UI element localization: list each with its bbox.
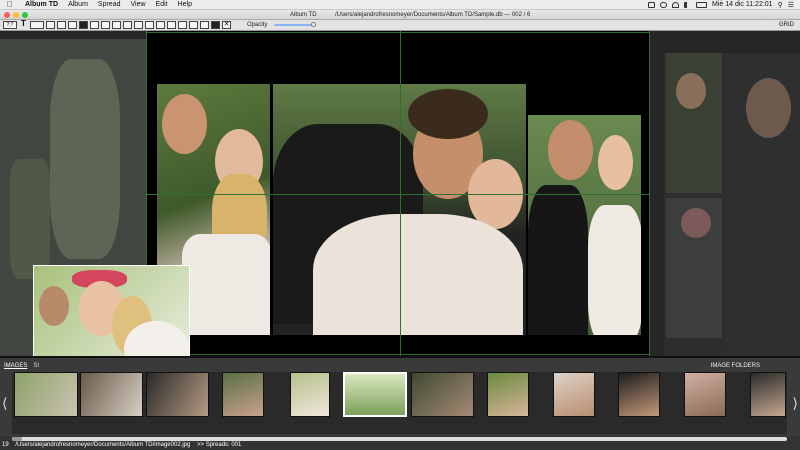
guide-line <box>146 194 650 195</box>
cloud-icon[interactable] <box>660 1 667 8</box>
floating-image-preview[interactable] <box>33 265 190 356</box>
tab-si[interactable]: SI <box>33 363 39 369</box>
thumbnail[interactable] <box>80 372 143 417</box>
spread-workspace[interactable] <box>0 31 800 356</box>
fill-white-icon[interactable] <box>90 21 99 29</box>
display-icon[interactable] <box>648 1 655 8</box>
help-button[interactable]: ?;? <box>3 21 17 29</box>
split-frame-icon[interactable] <box>46 21 55 29</box>
tab-images[interactable]: IMAGES <box>4 363 27 369</box>
next-page-preview[interactable] <box>664 53 800 356</box>
opacity-label: Opacity <box>247 22 268 28</box>
photo-dress <box>182 234 270 335</box>
photo-groom-face <box>162 94 207 154</box>
status-index: 19 <box>2 442 9 448</box>
status-area: Miè 14 dic 11:22:01 ⚲ ☰ <box>648 1 800 9</box>
thumbnail[interactable] <box>553 372 595 417</box>
minimize-button[interactable] <box>13 12 19 18</box>
distribute-icon[interactable] <box>167 21 176 29</box>
columns-frame-icon[interactable] <box>57 21 66 29</box>
search-icon[interactable]: ⚲ <box>778 1 783 9</box>
image-browser: IMAGES SI IMAGE FOLDERS ⟨ ⟩ <box>0 356 800 436</box>
next-photo-bottom <box>666 198 722 338</box>
tree-shape <box>50 59 120 259</box>
opacity-slider-knob[interactable] <box>311 22 317 27</box>
photo-groom-face <box>548 120 593 180</box>
status-spreads: >> Spreads: 001 <box>197 442 242 448</box>
apple-icon[interactable]:  <box>0 0 20 9</box>
align-top-icon[interactable] <box>134 21 143 29</box>
tree-shape <box>10 159 50 279</box>
menu-edit[interactable]: Edit <box>151 1 173 8</box>
same-size-icon[interactable] <box>178 21 187 29</box>
thumbnail[interactable] <box>146 372 209 417</box>
layer-icon[interactable] <box>211 21 220 29</box>
preview-groom-face <box>39 286 69 326</box>
thumbnail[interactable] <box>750 372 786 417</box>
window-title-bar: Album TD /Users/alejandrofresnomeyer/Doc… <box>0 10 800 20</box>
next-photo-top <box>666 53 722 193</box>
scroll-right-arrow[interactable]: ⟩ <box>793 396 798 410</box>
close-button[interactable] <box>4 12 10 18</box>
menu-app[interactable]: Album TD <box>20 1 63 8</box>
window-document-path: /Users/alejandrofresnomeyer/Documents/Al… <box>335 12 531 18</box>
align-bottom-icon[interactable] <box>156 21 165 29</box>
scrollbar-handle[interactable] <box>12 437 22 441</box>
grid-frame-icon[interactable] <box>68 21 77 29</box>
status-bar: 19 /Users/alejandrofresnomeyer/Documents… <box>0 436 800 450</box>
grid-toggle[interactable]: GRID <box>779 22 794 28</box>
thumbnail[interactable] <box>14 372 78 417</box>
delete-frame-icon[interactable]: ✕ <box>222 21 231 29</box>
guide-line <box>146 32 650 33</box>
align-right-icon[interactable] <box>123 21 132 29</box>
scroll-left-arrow[interactable]: ⟨ <box>2 396 7 410</box>
status-image-path: /Users/alejandrofresnomeyer/Documents/Al… <box>15 442 191 448</box>
thumbnail[interactable] <box>222 372 264 417</box>
bring-front-icon[interactable] <box>189 21 198 29</box>
menu-help[interactable]: Help <box>173 1 197 8</box>
thumbnail[interactable] <box>411 372 474 417</box>
thumbnail[interactable] <box>684 372 726 417</box>
align-left-icon[interactable] <box>101 21 110 29</box>
text-tool-button[interactable]: T <box>19 20 28 29</box>
list-icon[interactable]: ☰ <box>788 1 794 9</box>
align-middle-icon[interactable] <box>145 21 154 29</box>
status-text: 19 /Users/alejandrofresnomeyer/Documents… <box>2 442 241 448</box>
frame-tool-button[interactable] <box>30 21 44 29</box>
thumbnail[interactable] <box>290 372 330 417</box>
photo-dress <box>588 205 641 335</box>
photo-bride-face <box>598 135 633 190</box>
fill-black-icon[interactable] <box>79 21 88 29</box>
opacity-slider[interactable] <box>274 22 317 27</box>
align-center-icon[interactable] <box>112 21 121 29</box>
image-folders-button[interactable]: IMAGE FOLDERS <box>711 363 760 369</box>
photo-groom-hair <box>408 89 488 139</box>
menu-view[interactable]: View <box>125 1 150 8</box>
menu-album[interactable]: Album <box>63 1 93 8</box>
horizontal-scrollbar[interactable] <box>12 437 787 441</box>
thumbnail[interactable] <box>618 372 660 417</box>
menu-spread[interactable]: Spread <box>93 1 126 8</box>
menubar-clock[interactable]: Miè 14 dic 11:22:01 <box>712 1 773 8</box>
thumbnail-selected[interactable] <box>343 372 407 417</box>
guide-line <box>146 354 650 355</box>
guide-line <box>400 31 401 356</box>
wifi-icon[interactable] <box>672 1 679 8</box>
send-back-icon[interactable] <box>200 21 209 29</box>
photo-dress <box>313 214 523 335</box>
next-photo-large <box>726 53 800 356</box>
window-app-name: Album TD <box>290 12 317 18</box>
toolbar: ?;? T ✕ Opacity GRID <box>0 20 800 31</box>
battery-icon[interactable] <box>696 1 707 8</box>
photo-frame-right[interactable] <box>528 115 641 335</box>
photo-groom-suit <box>528 185 588 335</box>
menu-bar:  Album TD Album Spread View Edit Help M… <box>0 0 800 10</box>
volume-icon[interactable] <box>684 1 691 8</box>
browser-tabs: IMAGES SI <box>4 363 39 369</box>
zoom-button[interactable] <box>22 12 28 18</box>
thumbnail[interactable] <box>487 372 529 417</box>
